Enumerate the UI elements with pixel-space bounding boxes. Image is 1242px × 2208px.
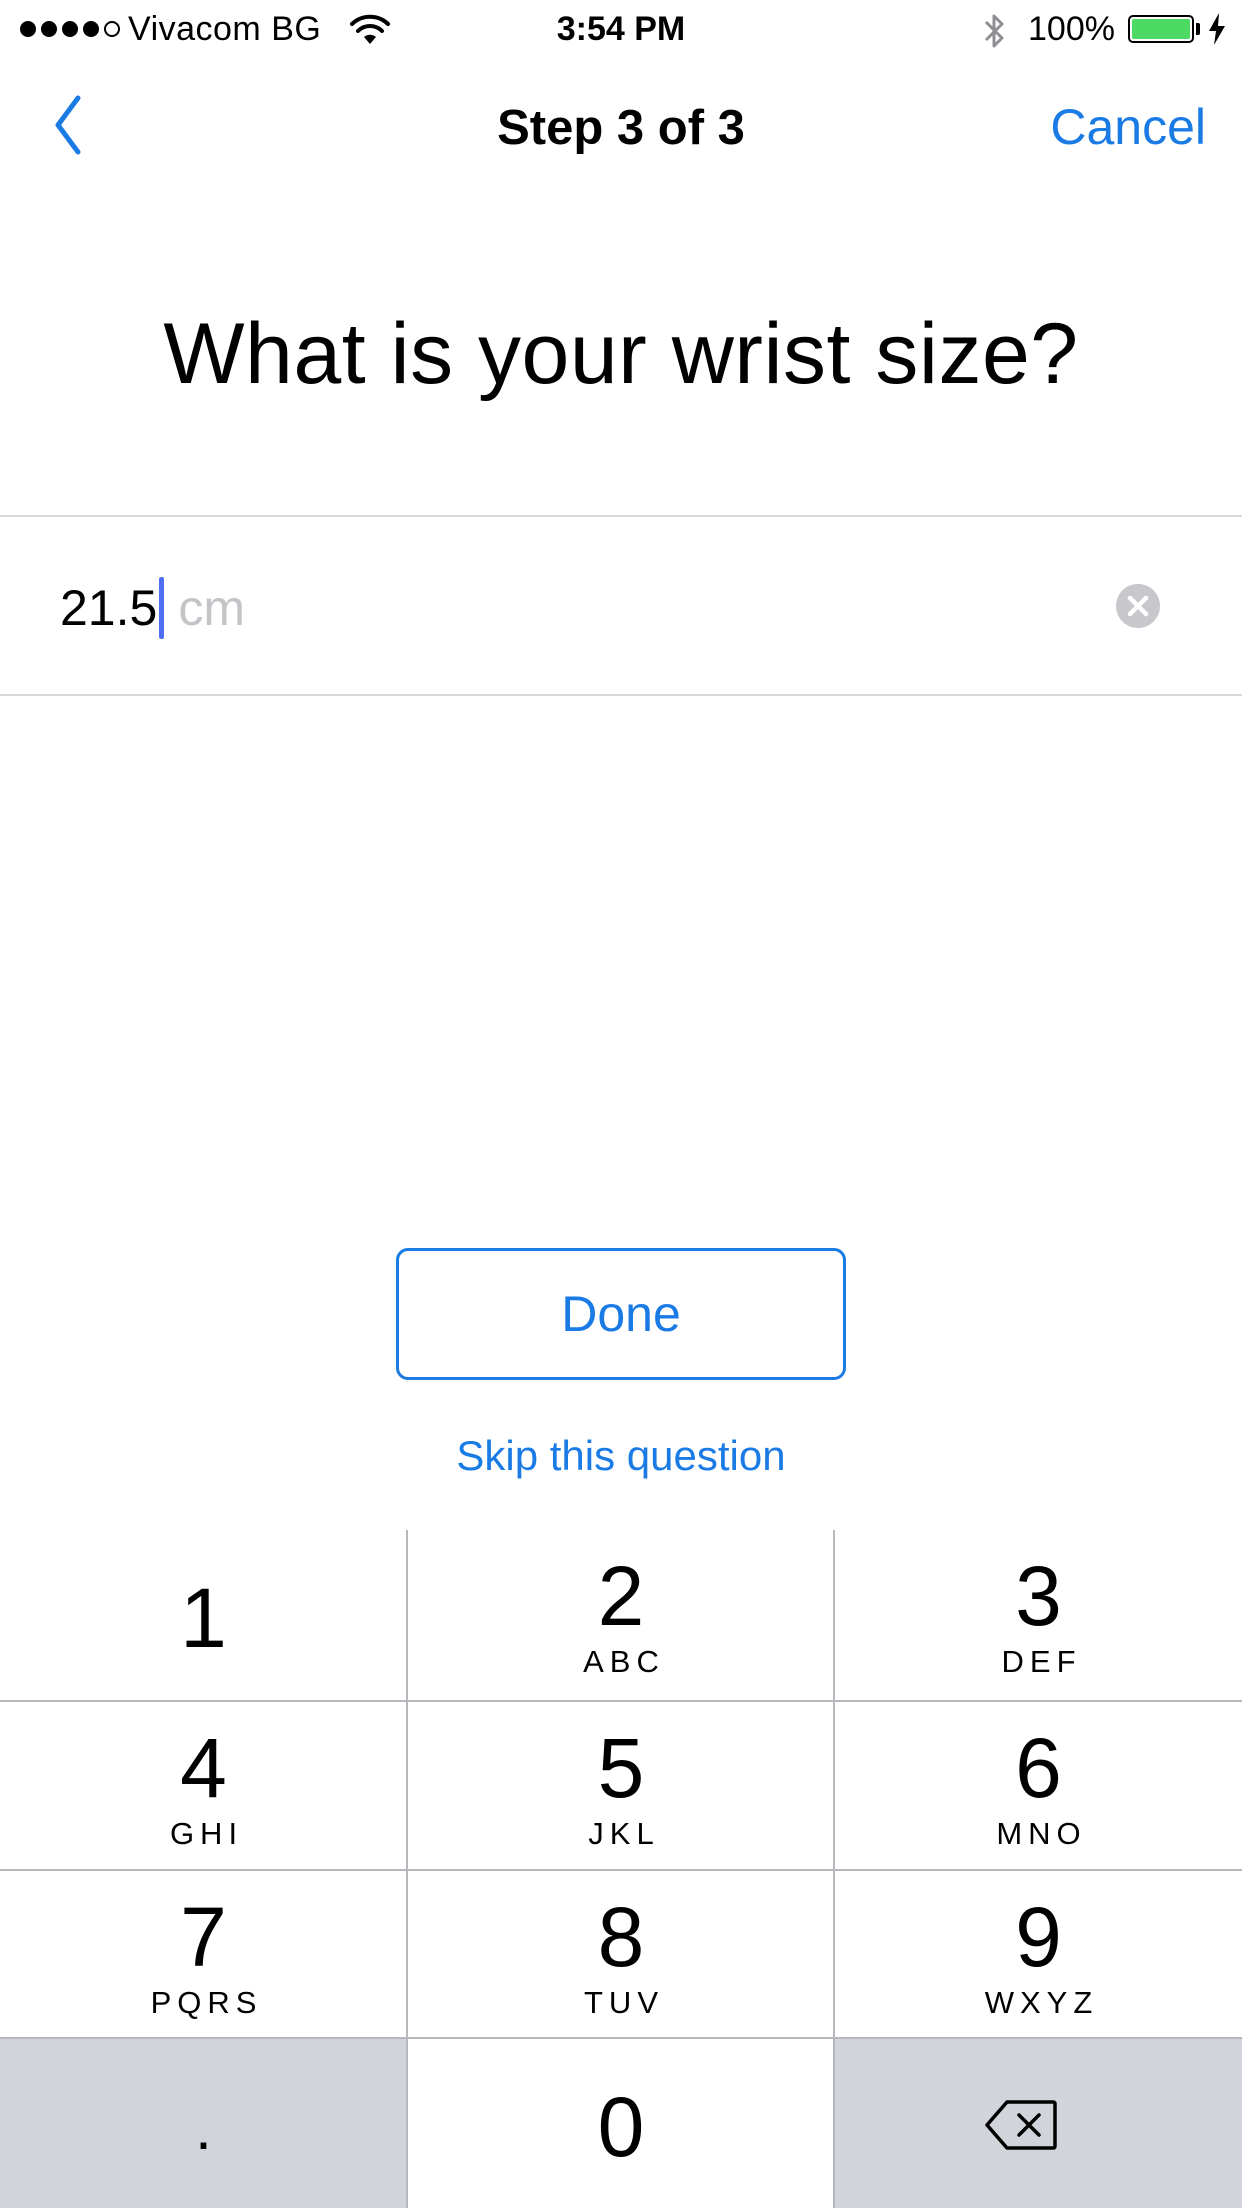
input-unit: cm — [178, 580, 245, 636]
key-letters: MNO — [996, 1816, 1087, 1851]
question-heading: What is your wrist size? — [163, 306, 1079, 402]
key-digit: 7 — [180, 1890, 227, 1984]
keypad-divider — [0, 1700, 1242, 1702]
key-3[interactable]: 3 DEF — [835, 1530, 1242, 1700]
key-letters: TUV — [584, 1985, 664, 2020]
input-value: 21.5 — [60, 580, 158, 636]
key-letters: WXYZ — [984, 1985, 1099, 2020]
key-letters: PQRS — [150, 1985, 263, 2020]
clear-circle-icon[interactable] — [1116, 584, 1160, 628]
battery-percentage: 100% — [1028, 10, 1115, 48]
charging-bolt-icon — [1209, 13, 1225, 45]
key-digit: 2 — [597, 1549, 645, 1643]
keypad-divider — [0, 2037, 1242, 2039]
key-1[interactable]: 1 — [0, 1530, 407, 1700]
key-digit: 0 — [597, 2080, 645, 2174]
backspace-icon — [985, 2100, 1057, 2150]
key-digit: 9 — [1015, 1890, 1062, 1984]
key-9[interactable]: 9 WXYZ — [835, 1871, 1242, 2037]
key-digit: 4 — [180, 1721, 227, 1815]
key-0[interactable]: 0 — [408, 2039, 834, 2208]
input-bottom-divider — [0, 694, 1242, 696]
screen: Vivacom BG 3:54 PM 100% Step 3 of 3 Canc… — [0, 0, 1242, 2208]
status-bar: Vivacom BG 3:54 PM 100% — [0, 0, 1242, 60]
key-4[interactable]: 4 GHI — [0, 1702, 407, 1869]
battery-fill — [1132, 19, 1190, 39]
key-5[interactable]: 5 JKL — [408, 1702, 834, 1869]
wrist-size-input[interactable]: 21.5 cm — [0, 517, 1242, 695]
bluetooth-icon — [984, 14, 1004, 48]
text-cursor — [159, 577, 165, 639]
key-2[interactable]: 2 ABC — [408, 1530, 834, 1700]
done-button[interactable]: Done — [396, 1248, 846, 1380]
key-letters: ABC — [583, 1644, 665, 1679]
key-decimal[interactable]: . — [0, 2039, 407, 2208]
key-letters: GHI — [169, 1816, 244, 1851]
battery-icon — [1128, 15, 1194, 43]
key-letters: DEF — [1001, 1644, 1082, 1679]
key-digit: 6 — [1015, 1721, 1062, 1815]
key-digit: 1 — [180, 1571, 227, 1665]
key-letters: JKL — [588, 1816, 660, 1851]
battery-tip — [1196, 23, 1200, 35]
numeric-keypad: 1 2 ABC 3 DEF 4 GHI 5 JKL 6 MNO 7 PQRS 8 — [0, 1530, 1242, 2208]
input-text: 21.5 cm — [60, 577, 245, 639]
keypad-divider — [0, 1869, 1242, 1871]
skip-question-link[interactable]: Skip this question — [0, 1432, 1242, 1480]
key-7[interactable]: 7 PQRS — [0, 1871, 407, 2037]
key-digit: 5 — [597, 1721, 645, 1815]
key-digit: 8 — [597, 1890, 645, 1984]
key-6[interactable]: 6 MNO — [835, 1702, 1242, 1869]
key-decimal-label: . — [195, 2095, 212, 2162]
cancel-button[interactable]: Cancel — [1050, 98, 1206, 156]
key-digit: 3 — [1015, 1549, 1062, 1643]
key-8[interactable]: 8 TUV — [408, 1871, 834, 2037]
key-backspace[interactable] — [835, 2039, 1242, 2208]
